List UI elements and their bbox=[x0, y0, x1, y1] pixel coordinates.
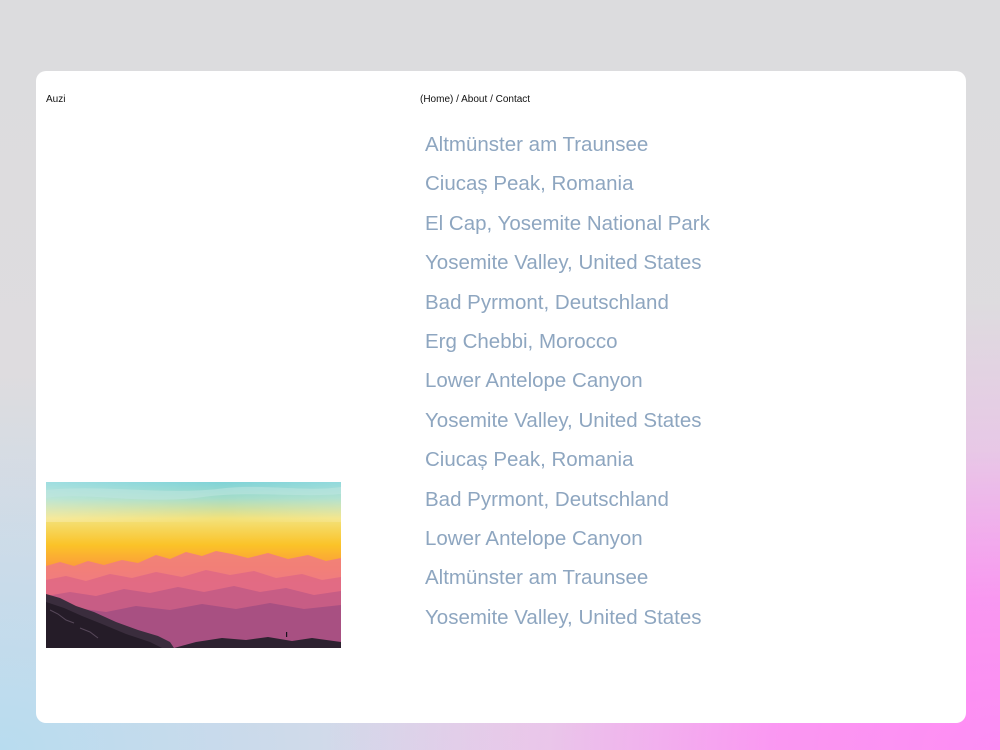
place-link[interactable]: Bad Pyrmont, Deutschland bbox=[425, 287, 710, 326]
place-link[interactable]: Lower Antelope Canyon bbox=[425, 365, 710, 404]
hero-landscape-image bbox=[46, 482, 341, 648]
main-card: Auzi (Home) / About / Contact Altmünster… bbox=[36, 71, 966, 723]
place-link[interactable]: Ciucaș Peak, Romania bbox=[425, 168, 710, 207]
place-link[interactable]: Bad Pyrmont, Deutschland bbox=[425, 484, 710, 523]
places-list: Altmünster am Traunsee Ciucaș Peak, Roma… bbox=[425, 129, 710, 641]
place-link[interactable]: Yosemite Valley, United States bbox=[425, 602, 710, 641]
place-link[interactable]: Lower Antelope Canyon bbox=[425, 523, 710, 562]
nav-about-link[interactable]: About bbox=[461, 94, 487, 105]
place-link[interactable]: Yosemite Valley, United States bbox=[425, 405, 710, 444]
site-logo[interactable]: Auzi bbox=[46, 94, 65, 106]
place-link[interactable]: Yosemite Valley, United States bbox=[425, 247, 710, 286]
place-link[interactable]: Ciucaș Peak, Romania bbox=[425, 444, 710, 483]
place-link[interactable]: Altmünster am Traunsee bbox=[425, 562, 710, 601]
breadcrumb-nav: (Home) / About / Contact bbox=[420, 94, 530, 106]
place-link[interactable]: Erg Chebbi, Morocco bbox=[425, 326, 710, 365]
place-link[interactable]: Altmünster am Traunsee bbox=[425, 129, 710, 168]
nav-home-link[interactable]: (Home) bbox=[420, 94, 453, 105]
nav-contact-link[interactable]: Contact bbox=[496, 94, 530, 105]
place-link[interactable]: El Cap, Yosemite National Park bbox=[425, 208, 710, 247]
